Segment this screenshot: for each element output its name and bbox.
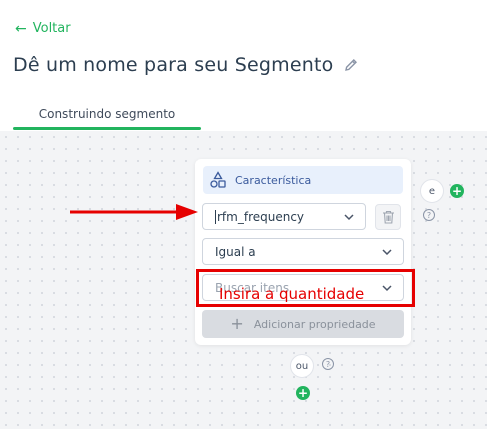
- and-connector-label: e: [428, 185, 436, 197]
- add-property-button[interactable]: + Adicionar propriedade: [202, 310, 404, 338]
- annotation-instruction: Insira a quantidade: [219, 285, 365, 303]
- tab-construindo-segmento[interactable]: Construindo segmento: [13, 97, 201, 131]
- or-connector-label: ou: [295, 360, 309, 372]
- trash-icon: [382, 210, 394, 224]
- operator-select-value: Igual a: [215, 244, 256, 259]
- characteristic-header: Característica: [203, 166, 403, 194]
- page-title-text: Dê um nome para seu Segmento: [13, 54, 334, 76]
- add-property-label: Adicionar propriedade: [253, 317, 376, 331]
- shapes-icon: [210, 171, 226, 188]
- plus-icon: +: [297, 386, 309, 400]
- add-or-condition-button[interactable]: +: [296, 386, 310, 400]
- question-circle-icon[interactable]: ?: [423, 209, 435, 221]
- or-connector-button[interactable]: ou: [290, 354, 314, 378]
- back-label: Voltar: [32, 21, 71, 36]
- add-and-condition-button[interactable]: +: [450, 184, 464, 198]
- characteristic-label: Característica: [235, 173, 312, 187]
- tab-active-indicator: [13, 127, 201, 130]
- plus-icon: +: [451, 184, 463, 198]
- and-connector-button[interactable]: e: [420, 179, 444, 203]
- text-cursor: [215, 209, 216, 224]
- property-select-value: rfm_frequency: [217, 209, 305, 224]
- back-link[interactable]: ← Voltar: [15, 21, 71, 36]
- arrow-left-icon: ←: [15, 20, 27, 37]
- chevron-down-icon: [382, 249, 392, 256]
- plus-icon: +: [230, 314, 244, 333]
- delete-property-button[interactable]: [375, 204, 401, 230]
- operator-select[interactable]: Igual a: [202, 238, 404, 265]
- pencil-icon[interactable]: [343, 57, 359, 73]
- question-circle-icon[interactable]: ?: [322, 358, 334, 370]
- annotation-arrow: [70, 204, 198, 220]
- property-select[interactable]: rfm_frequency: [202, 203, 366, 230]
- page-title: Dê um nome para seu Segmento: [13, 54, 359, 76]
- tab-label: Construindo segmento: [38, 107, 176, 121]
- chevron-down-icon: [344, 214, 354, 221]
